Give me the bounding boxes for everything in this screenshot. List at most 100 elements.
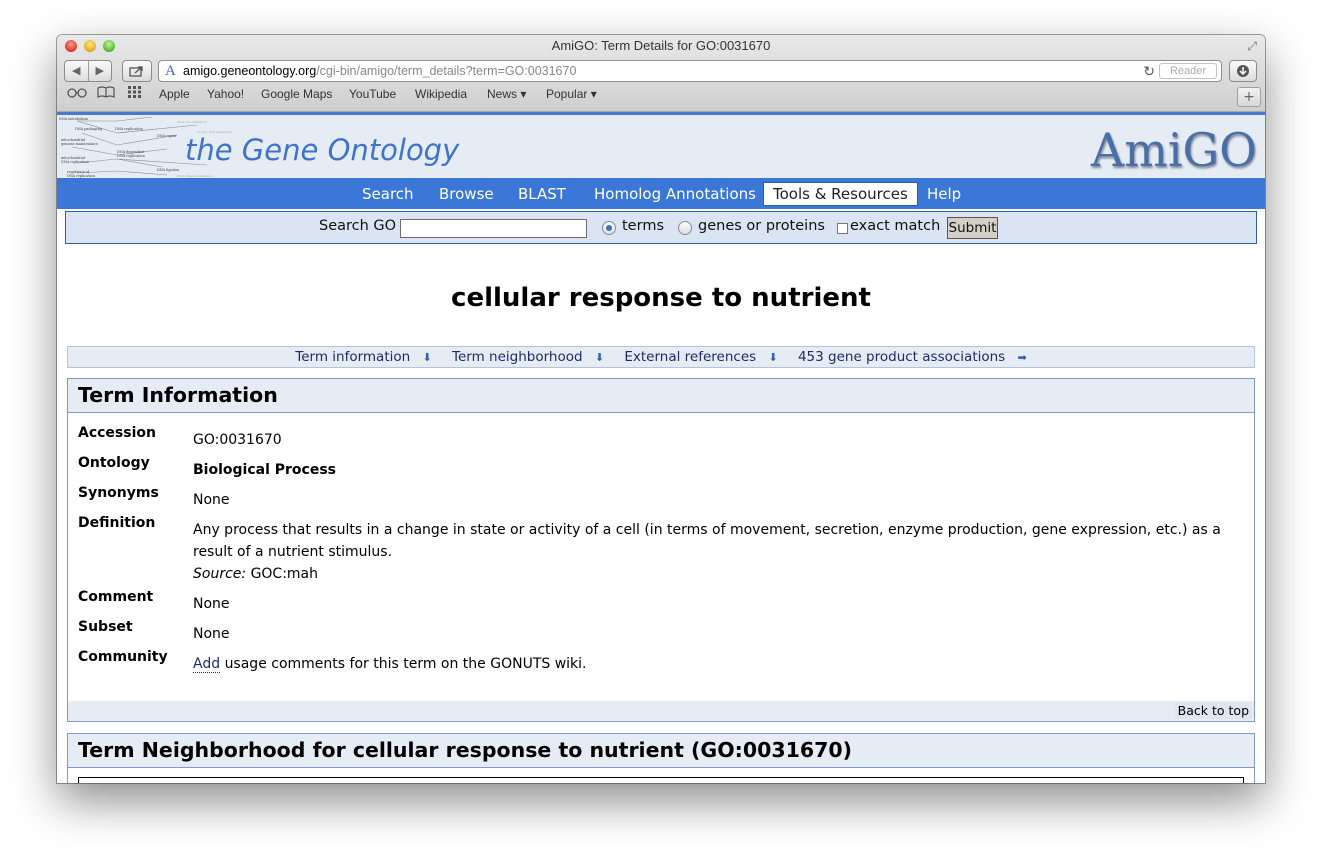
accession-value: GO:0031670 — [193, 432, 282, 448]
bookmark-wikipedia[interactable]: Wikipedia — [415, 87, 467, 101]
source-label: Source: — [193, 566, 247, 582]
nav-blast[interactable]: BLAST — [518, 183, 566, 205]
subset-value: None — [193, 626, 230, 642]
definition-value-block: Any process that results in a change in … — [193, 519, 1243, 585]
add-comment-link[interactable]: Add — [193, 656, 221, 673]
svg-text:genome maintenance: genome maintenance — [61, 142, 98, 146]
main-navigation: Search Browse BLAST Homolog Annotations … — [57, 178, 1265, 209]
window-title: AmiGO: Term Details for GO:0031670 — [551, 38, 771, 53]
svg-text:DNA ligation: DNA ligation — [157, 168, 180, 172]
nav-search[interactable]: Search — [362, 183, 414, 205]
community-label: Community — [78, 649, 168, 665]
browser-chrome: AmiGO: Term Details for GO:0031670 ⤢ ◀ ▶… — [57, 35, 1265, 112]
community-text: usage comments for this term on the GONU… — [224, 656, 587, 672]
search-submit-button[interactable]: Submit — [947, 217, 998, 239]
definition-label: Definition — [78, 515, 156, 531]
bookmarks-book-icon[interactable] — [97, 86, 115, 101]
jump-gene-products-label[interactable]: 453 gene product associations — [798, 349, 1005, 365]
search-go-input[interactable] — [400, 219, 587, 238]
downloads-button[interactable] — [1229, 60, 1257, 82]
new-tab-button[interactable]: + — [1237, 87, 1261, 107]
jump-term-information-label[interactable]: Term information — [295, 349, 410, 365]
site-banner: DNA metabolism DNA packaging DNA replica… — [57, 112, 1265, 181]
jump-gene-products[interactable]: 453 gene product associations ➡ — [794, 349, 1031, 365]
back-forward-buttons: ◀ ▶ — [64, 60, 112, 82]
svg-text:DNA replication: DNA replication — [61, 160, 90, 164]
right-arrow-icon: ➡ — [1017, 351, 1027, 364]
jump-term-neighborhood-label[interactable]: Term neighborhood — [452, 349, 583, 365]
down-arrow-icon: ⬇ — [422, 351, 432, 364]
address-bar[interactable]: A amigo.geneontology.org/cgi-bin/amigo/t… — [158, 60, 1222, 82]
definition-text: Any process that results in a change in … — [193, 522, 1221, 560]
comment-label: Comment — [78, 589, 154, 605]
jump-term-information[interactable]: Term information ⬇ — [291, 349, 435, 365]
bookmark-yahoo[interactable]: Yahoo! — [207, 87, 244, 101]
share-button[interactable] — [122, 60, 152, 82]
url-domain: amigo.geneontology.org — [183, 64, 317, 78]
download-icon — [1237, 65, 1249, 77]
web-page: DNA metabolism DNA packaging DNA replica… — [57, 112, 1265, 783]
bookmark-youtube[interactable]: YouTube — [349, 87, 396, 101]
reading-list-icon[interactable] — [67, 86, 87, 101]
jump-links-bar: Term information ⬇ Term neighborhood ⬇ E… — [67, 346, 1255, 368]
back-arrow-icon[interactable]: ◀ — [65, 61, 89, 81]
nav-help[interactable]: Help — [927, 183, 961, 205]
terms-radio[interactable] — [602, 221, 616, 235]
neighborhood-graph-box — [78, 777, 1244, 783]
synonyms-value: None — [193, 492, 230, 508]
nav-browse[interactable]: Browse — [439, 183, 494, 205]
jump-term-neighborhood[interactable]: Term neighborhood ⬇ — [448, 349, 608, 365]
down-arrow-icon: ⬇ — [594, 351, 605, 364]
ontology-label: Ontology — [78, 455, 150, 471]
exact-match-checkbox[interactable] — [837, 223, 848, 234]
site-favicon-icon: A — [165, 63, 176, 79]
definition-source: Source: GOC:mah — [193, 563, 1243, 585]
url-text: amigo.geneontology.org/cgi-bin/amigo/ter… — [183, 61, 576, 81]
share-icon — [129, 66, 143, 77]
term-information-heading: Term Information — [68, 379, 1254, 413]
search-go-form: Search GO terms genes or proteins exact … — [65, 211, 1257, 244]
nav-homolog-annotations[interactable]: Homolog Annotations — [594, 183, 756, 205]
top-sites-grid-icon[interactable] — [128, 86, 144, 101]
ontology-value: Biological Process — [193, 462, 336, 478]
term-information-section: Term Information Accession GO:0031670 On… — [67, 378, 1255, 722]
svg-text:DNA repair: DNA repair — [157, 134, 177, 138]
nav-tools-resources[interactable]: Tools & Resources — [763, 182, 918, 206]
bookmark-news-menu[interactable]: News ▾ — [487, 87, 526, 101]
section-footer — [68, 701, 1254, 721]
terms-radio-label[interactable]: terms — [622, 218, 664, 234]
genes-proteins-radio[interactable] — [678, 221, 692, 235]
synonyms-label: Synonyms — [78, 485, 159, 501]
reload-icon[interactable]: ↻ — [1143, 61, 1155, 81]
fullscreen-icon[interactable]: ⤢ — [1247, 39, 1257, 54]
bookmarks-bar: Apple Yahoo! Google Maps YouTube Wikiped… — [57, 83, 1265, 105]
svg-text:DNA recombination: DNA recombination — [177, 120, 207, 124]
subset-label: Subset — [78, 619, 133, 635]
reader-button[interactable]: Reader — [1159, 63, 1217, 79]
amigo-logo[interactable]: AmiGO — [1091, 123, 1257, 177]
exact-match-label[interactable]: exact match — [850, 218, 940, 234]
forward-arrow-icon[interactable]: ▶ — [89, 61, 112, 81]
comment-value: None — [193, 596, 230, 612]
bookmark-popular-menu[interactable]: Popular ▾ — [546, 87, 597, 101]
accession-label: Accession — [78, 425, 156, 441]
community-value: Add usage comments for this term on the … — [193, 653, 1243, 675]
url-path: /cgi-bin/amigo/term_details?term=GO:0031… — [316, 64, 577, 78]
back-to-top-link[interactable]: Back to top — [1174, 702, 1252, 719]
down-arrow-icon: ⬇ — [768, 351, 778, 364]
bookmark-google-maps[interactable]: Google Maps — [261, 87, 332, 101]
term-neighborhood-heading: Term Neighborhood for cellular response … — [68, 734, 1254, 768]
source-value: GOC:mah — [250, 566, 319, 582]
jump-external-references[interactable]: External references ⬇ — [620, 349, 781, 365]
browser-window: AmiGO: Term Details for GO:0031670 ⤢ ◀ ▶… — [57, 35, 1265, 783]
svg-text:DNA packaging: DNA packaging — [75, 127, 103, 131]
genes-proteins-radio-label[interactable]: genes or proteins — [698, 218, 825, 234]
svg-text:DNA metabolism: DNA metabolism — [59, 117, 89, 121]
bookmark-apple[interactable]: Apple — [159, 87, 190, 101]
jump-external-references-label[interactable]: External references — [624, 349, 756, 365]
term-neighborhood-section: Term Neighborhood for cellular response … — [67, 733, 1255, 783]
site-title[interactable]: the Gene Ontology — [185, 133, 459, 167]
svg-text:DNA replication: DNA replication — [117, 154, 146, 158]
svg-text:DNA replication: DNA replication — [115, 127, 144, 131]
term-name-heading: cellular response to nutrient — [451, 283, 871, 313]
